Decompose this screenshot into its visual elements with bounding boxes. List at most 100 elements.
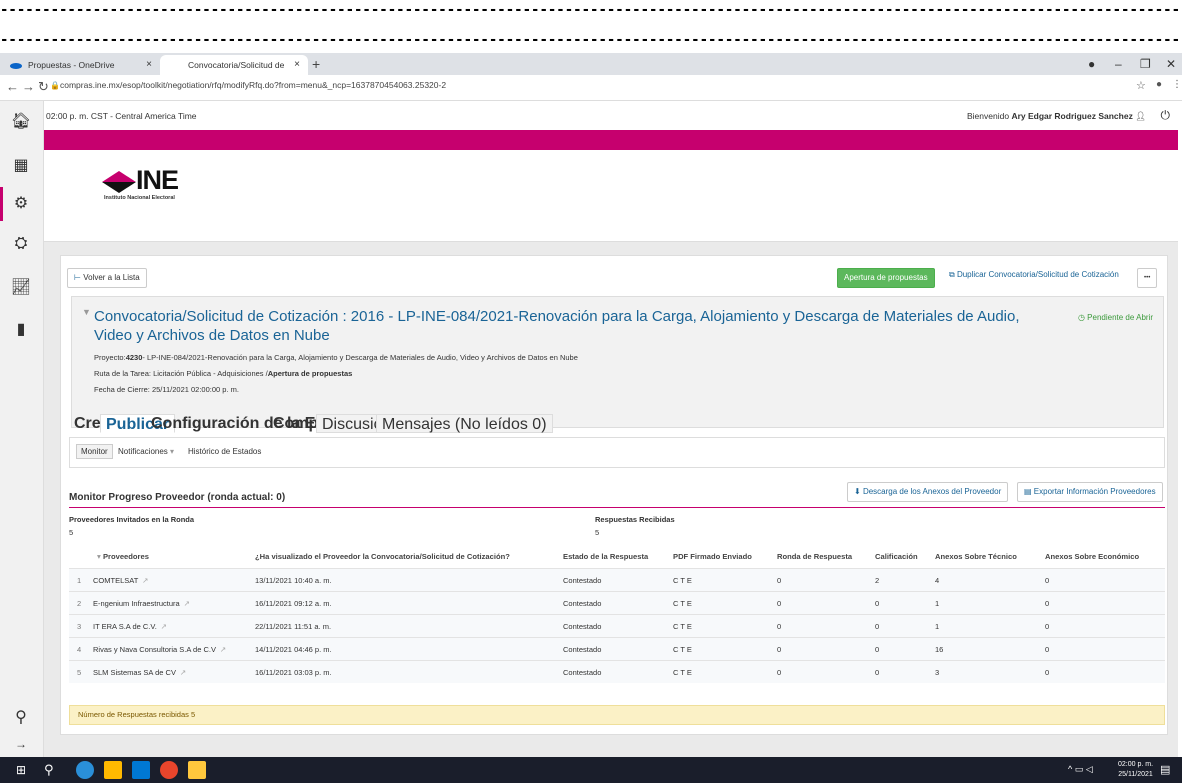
edge-icon[interactable] <box>76 761 94 779</box>
table-row[interactable]: 3 IT ERA S.A de C.V. ↗ 22/11/2021 11:51 a. … <box>69 614 1165 637</box>
cell-n: 1 <box>77 576 82 585</box>
file-explorer-icon[interactable] <box>188 761 206 779</box>
external-link-icon[interactable]: ↗ <box>161 622 167 631</box>
table-row[interactable]: 4 Rivas y Nava Consultoria S.A de C.V ↗ 14/… <box>69 637 1165 660</box>
download-annexes-button[interactable]: ⬇ Descarga de los Anexos del Proveedor <box>847 482 1009 502</box>
subtab-monitor[interactable]: Monitor <box>76 444 113 459</box>
external-link-icon[interactable]: ↗ <box>184 599 190 608</box>
minimize-icon[interactable]: – <box>1115 53 1122 75</box>
onedrive-icon <box>10 63 22 69</box>
chrome-icon[interactable] <box>160 761 178 779</box>
cell-proveedor[interactable]: COMTELSAT ↗ <box>93 569 149 592</box>
user-name[interactable]: Ary Edgar Rodriguez Sanchez <box>1011 111 1132 121</box>
app-icon[interactable] <box>104 761 122 779</box>
invited-block: Proveedores Invitados en la Ronda 5 <box>69 515 194 537</box>
cell-proveedor[interactable]: Rivas y Nava Consultoria S.A de C.V ↗ <box>93 638 226 661</box>
cell-calif: 0 <box>875 645 880 654</box>
back-icon[interactable]: ← <box>6 79 19 94</box>
download-icon: ⬇ <box>854 487 861 496</box>
responses-value: 5 <box>595 528 600 537</box>
menu-icon[interactable]: ⋮ <box>1172 79 1182 90</box>
browser-tab-onedrive[interactable]: Propuestas - OneDrive × <box>0 55 160 75</box>
page-title: Convocatoria/Solicitud de Cotización : 2… <box>94 308 1020 344</box>
search-icon[interactable]: ⚲ <box>44 762 54 778</box>
cell-tecnico: 16 <box>935 645 944 654</box>
cell-visto: 16/11/2021 03:03 p. m. <box>255 668 332 677</box>
sourcing-icon[interactable]: ⚙ <box>10 193 32 215</box>
col-calificacion: Calificación <box>875 552 918 561</box>
table-row[interactable]: 5 SLM Sistemas SA de CV ↗ 16/11/2021 03:03 … <box>69 660 1165 683</box>
windows-start-icon[interactable]: ⊞ <box>16 763 26 777</box>
col-proveedores[interactable]: ▾ Proveedores <box>97 546 149 568</box>
power-icon[interactable]: ⏻ <box>1161 108 1171 123</box>
cell-calif: 0 <box>875 668 880 677</box>
cell-proveedor[interactable]: SLM Sistemas SA de CV ↗ <box>93 661 186 684</box>
cell-ronda: 0 <box>777 668 782 677</box>
cell-tecnico: 1 <box>935 599 940 608</box>
duplicate-link[interactable]: ⧉ Duplicar Convocatoria/Solicitud de Cot… <box>949 270 1119 280</box>
subtabs-box: Monitor Notificaciones ▾ Histórico de Es… <box>69 437 1165 468</box>
cell-calif: 2 <box>875 576 880 585</box>
url-input[interactable]: compras.ine.mx/esop/toolkit/negotiation/… <box>60 80 446 90</box>
cell-estado: Contestado <box>563 668 602 677</box>
address-bar: ← → ↻ 🔒 compras.ine.mx/esop/toolkit/nego… <box>0 75 1182 101</box>
clock[interactable]: 02:00 p. m. 25/11/2021 <box>1118 760 1153 780</box>
people-icon[interactable] <box>132 761 150 779</box>
cell-tecnico: 4 <box>935 576 940 585</box>
external-link-icon[interactable]: ↗ <box>180 668 186 677</box>
user-icon[interactable]: 👤︎ <box>1135 111 1146 121</box>
cell-estado: Contestado <box>563 645 602 654</box>
forward-icon[interactable]: → <box>22 79 35 94</box>
browser-tab-bar: Propuestas - OneDrive × Convocatoria/Sol… <box>0 53 1182 90</box>
subtab-notificaciones[interactable]: Notificaciones ▾ <box>118 447 174 456</box>
notification-icon[interactable]: ▤ <box>1160 763 1170 776</box>
new-tab-button[interactable]: + <box>312 55 320 73</box>
subtab-historico[interactable]: Histórico de Estados <box>188 447 261 456</box>
fecha-cierre: Fecha de Cierre: 25/11/2021 02:00:00 p. … <box>94 385 239 394</box>
cell-estado: Contestado <box>563 576 602 585</box>
reload-icon[interactable]: ↻ <box>38 79 49 95</box>
tray-icons[interactable]: ^ ▭ ◁ <box>1068 764 1093 775</box>
tab-mensajes[interactable]: Mensajes (No leídos 0) <box>376 414 553 433</box>
table-row[interactable]: 1 COMTELSAT ↗ 13/11/2021 10:40 a. m. Contest… <box>69 568 1165 591</box>
cell-tecnico: 3 <box>935 668 940 677</box>
monitor-header: Monitor Progreso Proveedor (ronda actual… <box>69 482 1165 508</box>
collapse-chevron-icon[interactable]: ▼ <box>82 307 91 317</box>
col-visualizado: ¿Ha visualizado el Proveedor la Convocat… <box>255 552 510 561</box>
search-icon[interactable]: ⚲ <box>10 707 32 729</box>
home-icon[interactable]: 🏠︎ <box>10 111 32 133</box>
windows-taskbar: ⊞ ⚲ ^ ▭ ◁ 02:00 p. m. 25/11/2021 ▤ <box>0 757 1182 783</box>
active-indicator <box>0 187 3 221</box>
monitor-title: Monitor Progreso Proveedor (ronda actual… <box>69 492 286 503</box>
ine-logo-mark-icon <box>102 171 136 193</box>
col-estado: Estado de la Respuesta <box>563 552 649 561</box>
external-link-icon[interactable]: ↗ <box>220 645 226 654</box>
cell-proveedor[interactable]: IT ERA S.A de C.V. ↗ <box>93 615 167 638</box>
cell-proveedor[interactable]: E-ngenium Infraestructura ↗ <box>93 592 190 615</box>
suppliers-icon[interactable]: ⛭ <box>10 235 32 257</box>
apertura-button[interactable]: Apertura de propuestas <box>837 268 935 288</box>
profile-icon[interactable]: ● <box>1088 53 1095 75</box>
external-link-icon[interactable]: ↗ <box>142 576 148 585</box>
browser-tab-convocatoria[interactable]: Convocatoria/Solicitud de Cotiz… × <box>160 55 308 90</box>
negotiation-panel: ⊢ Volver a la Lista Apertura de propuest… <box>60 255 1168 735</box>
restore-icon[interactable]: ❐ <box>1140 53 1151 75</box>
expand-icon[interactable]: → <box>10 737 32 759</box>
analytics-icon[interactable]: 📈︎ <box>10 277 32 299</box>
brand-bar <box>44 130 1178 150</box>
account-icon[interactable]: ● <box>1156 79 1162 90</box>
export-button[interactable]: ▤ Exportar Información Proveedores <box>1017 482 1163 502</box>
back-to-list-button[interactable]: ⊢ Volver a la Lista <box>67 268 147 288</box>
dashboard-icon[interactable]: ▦ <box>10 155 32 177</box>
close-icon[interactable]: × <box>146 55 152 75</box>
documents-icon[interactable]: ▮ <box>10 319 32 341</box>
cell-ronda: 0 <box>777 645 782 654</box>
close-window-icon[interactable]: ✕ <box>1166 53 1176 75</box>
close-icon[interactable]: × <box>294 55 300 75</box>
dash-line-second: ----------------------------------------… <box>0 38 1182 42</box>
cell-pdf: C T E <box>673 622 692 631</box>
more-button[interactable]: ••• <box>1137 268 1158 288</box>
invited-label: Proveedores Invitados en la Ronda <box>69 515 195 524</box>
star-icon[interactable]: ☆ <box>1136 79 1146 92</box>
table-row[interactable]: 2 E-ngenium Infraestructura ↗ 16/11/2021 09… <box>69 591 1165 614</box>
